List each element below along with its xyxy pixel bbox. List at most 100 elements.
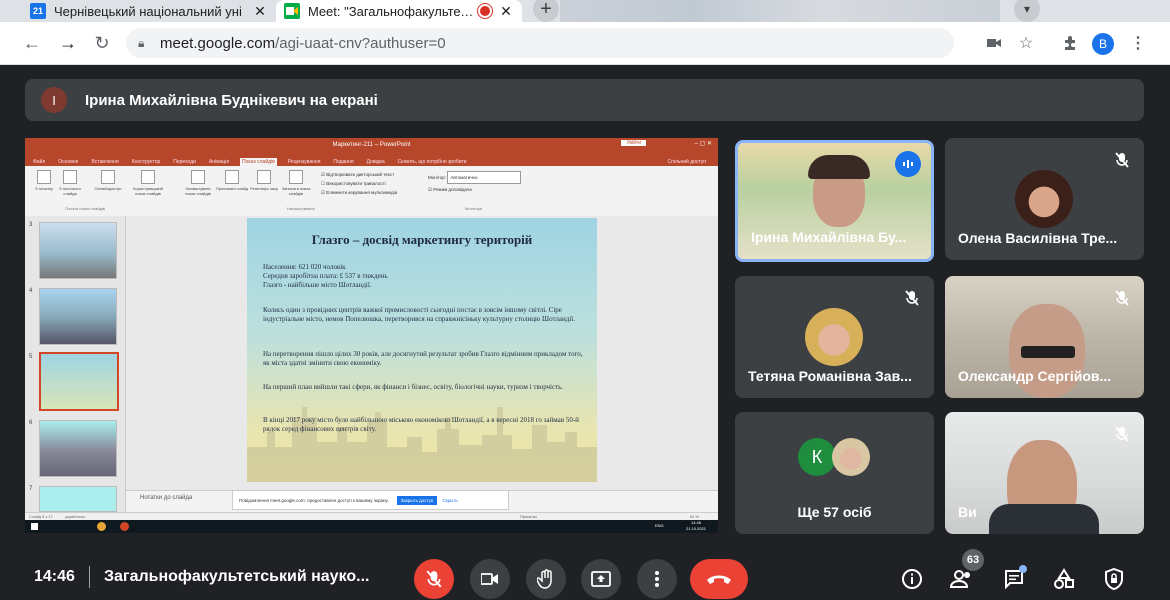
browser-tab-active[interactable]: Meet: "Загальнофакультетсь ✕ <box>276 0 522 22</box>
leave-call-button[interactable] <box>690 559 748 599</box>
stop-sharing-button[interactable]: Закрыть доступ <box>396 495 438 505</box>
participant-name: Олександр Сергійов... <box>958 368 1112 384</box>
people-icon <box>950 570 970 588</box>
slide-paragraph: На перетворення пішло цілих 30 років, ал… <box>263 350 583 367</box>
present-icon <box>591 571 611 587</box>
ribbon-tab[interactable]: Анімація <box>207 158 231 166</box>
camera-icon <box>481 573 498 585</box>
host-controls-button[interactable] <box>1100 565 1128 593</box>
tell-me-search[interactable]: Скажіть, що потрібно зробити <box>396 158 469 166</box>
ribbon-button[interactable]: Налаштувати показ слайдів <box>181 170 215 196</box>
lock-icon[interactable]: 🔒︎ <box>138 36 152 51</box>
screen-share-notification: Повідомлення meet.google.com: предоставл… <box>232 490 509 510</box>
participant-name: Ще 57 осіб <box>797 504 872 520</box>
windows-start-icon[interactable] <box>31 523 38 530</box>
slide-paragraph: Колись один з провідних центрів важкої п… <box>263 306 575 323</box>
participant-tile[interactable]: Олена Василівна Тре... <box>945 138 1144 260</box>
reload-button[interactable]: ↻ <box>90 31 114 55</box>
checkbox[interactable]: ☑ Режим доповідача <box>428 184 521 195</box>
participant-avatar <box>1015 170 1073 228</box>
more-participants-tile[interactable]: К Ще 57 осіб <box>735 412 934 534</box>
ribbon-group-label: Монітори <box>465 206 483 211</box>
camera-toggle-button[interactable] <box>470 559 510 599</box>
shared-screen: Маркетинг-211 – PowerPoint Увійти – ▢ ✕ … <box>25 138 718 533</box>
ribbon-button[interactable]: З поточного слайда <box>53 170 87 196</box>
meeting-details-button[interactable] <box>898 565 926 593</box>
more-options-button[interactable] <box>637 559 677 599</box>
browser-tab[interactable]: 21 Чернівецький національний уні ✕ <box>22 0 276 22</box>
participant-tile[interactable]: Олександр Сергійов... <box>945 276 1144 398</box>
checkbox[interactable]: ☑ Елементи керування мультимедіа <box>321 188 397 197</box>
present-screen-button[interactable] <box>581 559 621 599</box>
profile-avatar[interactable]: B <box>1092 33 1114 55</box>
ribbon-tab-selected[interactable]: Показ слайдів <box>240 158 277 166</box>
ribbon-group-label: Налаштування <box>287 206 315 211</box>
participant-video <box>808 155 870 179</box>
meeting-time: 14:46 <box>34 568 75 585</box>
slide-thumbnail[interactable] <box>39 420 117 477</box>
current-slide[interactable]: Глазго – досвід маркетингу територій Нас… <box>247 218 597 482</box>
window-controls[interactable]: – ▢ ✕ <box>695 140 712 147</box>
taskbar-clock: 14:46 21.10.2021 <box>685 520 706 531</box>
window-title: Маркетинг-211 – PowerPoint <box>332 142 411 148</box>
checkbox[interactable]: ☐ Використовувати тривалості <box>321 179 397 188</box>
ribbon-button[interactable]: Користувацький показ слайдів <box>131 170 165 196</box>
microphone-toggle-button[interactable] <box>414 559 454 599</box>
monitor-select[interactable]: Автоматично <box>447 171 522 184</box>
self-tile[interactable]: Ви <box>945 412 1144 534</box>
slide-title: Глазго – досвід маркетингу територій <box>311 232 533 247</box>
city-skyline-image <box>247 407 597 482</box>
raise-hand-button[interactable] <box>526 559 566 599</box>
ribbon-button[interactable]: Онлайндоступ <box>91 170 125 191</box>
ribbon-button[interactable]: Приховати слайд <box>215 170 249 191</box>
url-path: /agi-uaat-cnv?authuser=0 <box>275 34 446 52</box>
monitor-group: Монітор: Автоматично ☑ Режим доповідача <box>428 171 522 195</box>
tab-title: Чернівецький національний уні <box>54 3 242 19</box>
back-button[interactable]: ← <box>20 31 44 55</box>
mic-off-icon <box>1110 148 1134 172</box>
ribbon-button[interactable]: Записати показ слайдів <box>279 170 313 196</box>
meet-icon <box>284 3 300 19</box>
ribbon-tab[interactable]: Довідка <box>365 158 387 166</box>
powerpoint-taskbar-icon[interactable] <box>120 522 129 531</box>
windows-taskbar: ENG 14:46 21.10.2021 <box>25 520 718 533</box>
ribbon-tab[interactable]: Конструктор <box>130 158 163 166</box>
ribbon-tab[interactable]: Подання <box>331 158 355 166</box>
ribbon-tab[interactable]: Рецензування <box>286 158 323 166</box>
share-access-button[interactable]: Спільний доступ <box>666 158 708 166</box>
forward-button[interactable]: → <box>56 31 80 55</box>
activities-icon <box>1054 568 1074 589</box>
participant-tile[interactable]: Тетяна Романівна Зав... <box>735 276 934 398</box>
new-tab-button[interactable]: + <box>533 0 559 22</box>
chrome-taskbar-icon[interactable] <box>97 522 106 531</box>
address-bar[interactable]: 🔒︎ meet.google.com/agi-uaat-cnv?authuser… <box>126 28 954 58</box>
tab-search-icon[interactable]: ▾ <box>1014 0 1040 22</box>
slide-thumbnail-selected[interactable] <box>39 352 119 411</box>
notes-toggle[interactable]: Примітки <box>520 514 537 519</box>
activities-button[interactable] <box>1050 565 1078 593</box>
participant-name: Тетяна Романівна Зав... <box>748 368 912 384</box>
sign-in-button[interactable]: Увійти <box>621 140 646 146</box>
checkbox[interactable]: ☑ Відтворювати дикторський текст <box>321 170 397 179</box>
ribbon-button[interactable]: Репетиція часу <box>247 170 281 191</box>
close-icon[interactable]: ✕ <box>252 3 268 20</box>
camera-in-use-icon[interactable] <box>982 31 1006 55</box>
slide-thumbnail[interactable] <box>39 288 117 345</box>
ribbon-tab[interactable]: Файл <box>31 158 47 166</box>
close-icon[interactable]: ✕ <box>498 3 514 20</box>
ribbon-tab[interactable]: Переходи <box>171 158 198 166</box>
ribbon-tab[interactable]: Основне <box>56 158 80 166</box>
extensions-icon[interactable] <box>1058 31 1082 55</box>
ribbon-tab[interactable]: Вставлення <box>89 158 120 166</box>
participant-tile-speaking[interactable]: Ірина Михайлівна Бу... <box>735 140 934 262</box>
more-menu-icon[interactable]: ⋮ <box>1126 31 1150 55</box>
participant-name: Олена Василівна Тре... <box>958 230 1118 246</box>
bookmark-star-icon[interactable]: ☆ <box>1014 31 1038 55</box>
meeting-title: Загальнофакультетський науко... <box>104 568 370 585</box>
slide-thumbnail[interactable] <box>39 222 117 279</box>
hide-button[interactable]: Скрыть <box>442 498 457 503</box>
slide-thumbnail[interactable] <box>39 486 117 512</box>
keyboard-language[interactable]: ENG <box>655 523 664 528</box>
zoom-level[interactable]: 61 % <box>690 514 699 519</box>
presenting-text: Ірина Михайлівна Буднікевич на екрані <box>85 91 378 109</box>
